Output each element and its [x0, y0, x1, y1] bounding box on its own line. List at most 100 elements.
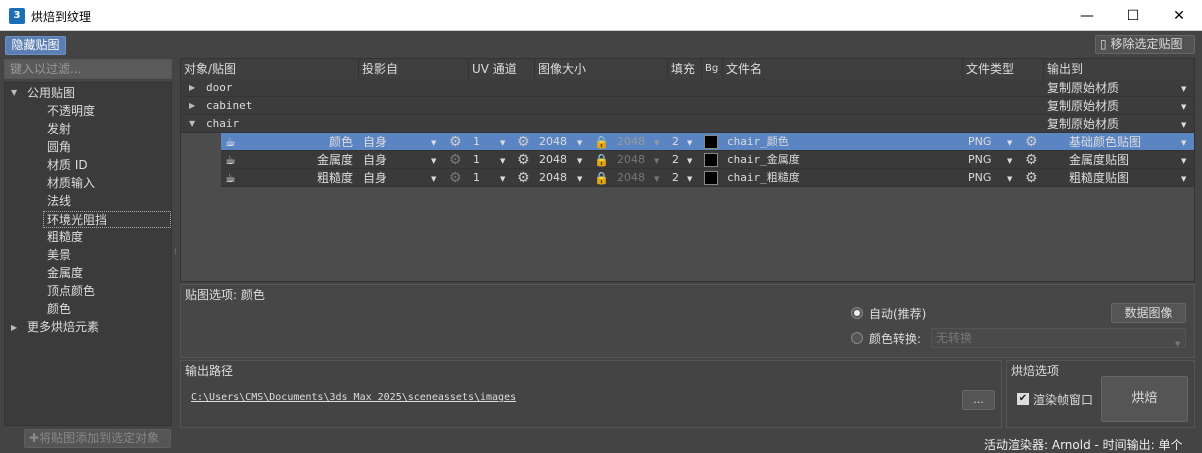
dropdown-arrow-icon[interactable]: ▼ [687, 139, 692, 147]
tree-item[interactable]: 美景 [47, 247, 71, 264]
pad-select[interactable]: 2 [672, 133, 679, 151]
output-select[interactable]: 粗糙度贴图 [1069, 169, 1129, 187]
remove-selected-maps-button[interactable]: ▯ 移除选定贴图 [1095, 35, 1195, 54]
project-select[interactable]: 自身 [363, 151, 387, 169]
dropdown-arrow-icon[interactable]: ▼ [577, 139, 582, 147]
gear-icon[interactable]: ⚙ [1025, 169, 1038, 187]
tree-item[interactable]: 颜色 [47, 301, 71, 318]
tree-item[interactable]: 不透明度 [47, 103, 95, 120]
output-select[interactable]: 复制原始材质 [1047, 115, 1119, 133]
col-header-output[interactable]: 输出到 [1044, 59, 1194, 79]
dropdown-arrow-icon[interactable]: ▼ [431, 157, 436, 165]
render-frame-checkbox[interactable]: ✔ [1017, 393, 1029, 405]
col-header-pad[interactable]: 填充 [668, 59, 702, 79]
output-path-text[interactable]: C:\Users\CMS\Documents\3ds Max 2025\scen… [191, 392, 516, 403]
uv-select[interactable]: 1 [473, 151, 480, 169]
dropdown-arrow-icon[interactable]: ▼ [500, 139, 505, 147]
map-row[interactable]: ☕ 粗糙度 自身 ▼ ⚙ 1 ▼ ⚙ 2048 ▼ 🔒 2048 ▼ 2 ▼ c… [221, 169, 1194, 187]
file-type-select[interactable]: PNG [968, 151, 991, 169]
size-select[interactable]: 2048 [539, 133, 567, 151]
output-select[interactable]: 复制原始材质 [1047, 97, 1119, 115]
uv-select[interactable]: 1 [473, 169, 480, 187]
lock-icon[interactable]: 🔒 [594, 151, 609, 169]
tree-item[interactable]: 粗糙度 [47, 229, 83, 246]
dropdown-arrow-icon[interactable]: ▼ [431, 139, 436, 147]
gear-icon[interactable]: ⚙ [517, 133, 530, 151]
tree-item-focused[interactable]: 环境光阻挡 [43, 211, 171, 228]
bake-button[interactable]: 烘焙 [1101, 376, 1188, 422]
tree-group-common[interactable]: 公用贴图 [27, 85, 75, 102]
file-name[interactable]: chair_颜色 [727, 133, 789, 151]
col-header-size[interactable]: 图像大小 [535, 59, 668, 79]
file-name[interactable]: chair_粗糙度 [727, 169, 800, 187]
browse-button[interactable]: ... [962, 390, 995, 410]
tree-item[interactable]: 圆角 [47, 139, 71, 156]
bg-color-swatch[interactable] [704, 171, 718, 185]
size-select[interactable]: 2048 [539, 151, 567, 169]
project-select[interactable]: 自身 [363, 169, 387, 187]
data-image-button[interactable]: 数据图像 [1111, 303, 1186, 323]
output-select[interactable]: 金属度贴图 [1069, 151, 1129, 169]
collapse-arrow-icon[interactable]: ▶ [11, 323, 17, 332]
dropdown-arrow-icon[interactable]: ▼ [1181, 175, 1186, 183]
dropdown-arrow-icon[interactable]: ▼ [1007, 157, 1012, 165]
dropdown-arrow-icon[interactable]: ▼ [687, 157, 692, 165]
maximize-button[interactable]: ☐ [1110, 0, 1156, 31]
lock-icon[interactable]: 🔒 [594, 133, 609, 151]
tree-group-more[interactable]: 更多烘焙元素 [27, 319, 99, 336]
tree-item[interactable]: 顶点颜色 [47, 283, 95, 300]
minimize-button[interactable]: — [1064, 0, 1110, 31]
col-header-bg[interactable]: Bg [702, 59, 723, 79]
file-name[interactable]: chair_金属度 [727, 151, 800, 169]
object-row-cabinet[interactable]: ▶ cabinet 复制原始材质 ▼ [181, 97, 1194, 115]
dropdown-arrow-icon[interactable]: ▼ [431, 175, 436, 183]
tree-item[interactable]: 金属度 [47, 265, 83, 282]
expand-arrow-icon[interactable]: ▼ [11, 88, 17, 97]
object-row-door[interactable]: ▶ door 复制原始材质 ▼ [181, 79, 1194, 97]
expand-arrow-icon[interactable]: ▶ [189, 79, 195, 97]
pad-select[interactable]: 2 [672, 151, 679, 169]
col-header-object[interactable]: 对象/贴图 [181, 59, 359, 79]
gear-icon[interactable]: ⚙ [449, 151, 462, 169]
size-select[interactable]: 2048 [539, 169, 567, 187]
dropdown-arrow-icon[interactable]: ▼ [687, 175, 692, 183]
dropdown-arrow-icon[interactable]: ▼ [1181, 139, 1186, 147]
dropdown-arrow-icon[interactable]: ▼ [1007, 175, 1012, 183]
collapse-arrow-icon[interactable]: ▼ [189, 115, 195, 133]
gear-icon[interactable]: ⚙ [517, 151, 530, 169]
dropdown-arrow-icon[interactable]: ▼ [1181, 157, 1186, 165]
auto-radio[interactable] [851, 307, 863, 319]
dropdown-arrow-icon[interactable]: ▼ [577, 157, 582, 165]
color-convert-radio[interactable] [851, 332, 863, 344]
gear-icon[interactable]: ⚙ [1025, 151, 1038, 169]
dropdown-arrow-icon[interactable]: ▼ [1007, 139, 1012, 147]
gear-icon[interactable]: ⚙ [517, 169, 530, 187]
filter-input[interactable]: 键入以过滤... [4, 59, 172, 79]
tree-item[interactable]: 法线 [47, 193, 71, 210]
gear-icon[interactable]: ⚙ [449, 133, 462, 151]
tree-item[interactable]: 材质输入 [47, 175, 95, 192]
uv-select[interactable]: 1 [473, 133, 480, 151]
dropdown-arrow-icon[interactable]: ▼ [500, 175, 505, 183]
expand-arrow-icon[interactable]: ▶ [189, 97, 195, 115]
col-header-uv[interactable]: UV 通道 [469, 59, 535, 79]
col-header-filetype[interactable]: 文件类型 [963, 59, 1044, 79]
gear-icon[interactable]: ⚙ [449, 169, 462, 187]
hide-maps-button[interactable]: 隐藏贴图 [5, 36, 66, 55]
file-type-select[interactable]: PNG [968, 133, 991, 151]
lock-icon[interactable]: 🔒 [594, 169, 609, 187]
bg-color-swatch[interactable] [704, 135, 718, 149]
pad-select[interactable]: 2 [672, 169, 679, 187]
dropdown-arrow-icon[interactable]: ▼ [1181, 103, 1186, 111]
tree-item[interactable]: 发射 [47, 121, 71, 138]
col-header-filename[interactable]: 文件名 [723, 59, 963, 79]
project-select[interactable]: 自身 [363, 133, 387, 151]
gear-icon[interactable]: ⚙ [1025, 133, 1038, 151]
add-map-to-selected-button[interactable]: ✚将贴图添加到选定对象 [24, 429, 171, 448]
object-row-chair[interactable]: ▼ chair 复制原始材质 ▼ [181, 115, 1194, 133]
tree-item[interactable]: 材质 ID [47, 157, 88, 174]
dropdown-arrow-icon[interactable]: ▼ [1181, 85, 1186, 93]
dropdown-arrow-icon[interactable]: ▼ [500, 157, 505, 165]
map-row[interactable]: ☕ 颜色 自身 ▼ ⚙ 1 ▼ ⚙ 2048 ▼ 🔒 2048 ▼ 2 ▼ ch… [221, 133, 1194, 151]
bg-color-swatch[interactable] [704, 153, 718, 167]
